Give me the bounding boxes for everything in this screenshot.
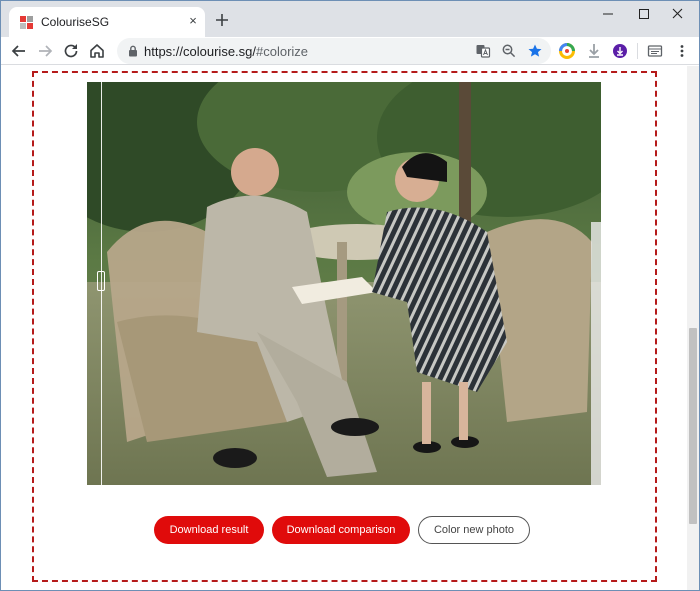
download-result-button[interactable]: Download result — [154, 516, 264, 544]
download-arrow-icon[interactable] — [586, 43, 602, 59]
maximize-icon[interactable] — [627, 3, 661, 25]
browser-tab[interactable]: ColouriseSG × — [9, 7, 205, 37]
translate-icon[interactable] — [475, 43, 491, 59]
url-text[interactable]: https://colourise.sg/#colorize — [144, 44, 308, 59]
download-comparison-button[interactable]: Download comparison — [272, 516, 410, 544]
vertical-scrollbar[interactable] — [687, 66, 699, 590]
colorized-photo — [87, 82, 601, 485]
page-content: Download result Download comparison Colo… — [1, 66, 687, 590]
tab-title: ColouriseSG — [41, 15, 110, 29]
back-arrow-icon[interactable] — [9, 41, 29, 61]
url-host: https://colourise.sg/ — [144, 44, 256, 59]
tab-close-icon[interactable]: × — [185, 13, 201, 29]
scrollbar-thumb[interactable] — [689, 328, 697, 524]
forward-arrow-icon[interactable] — [35, 41, 55, 61]
url-fragment: #colorize — [256, 44, 309, 59]
lock-icon — [129, 45, 137, 57]
zoom-icon[interactable] — [501, 43, 517, 59]
home-icon[interactable] — [87, 41, 107, 61]
menu-dots-icon[interactable] — [674, 43, 690, 59]
reload-icon[interactable] — [61, 41, 81, 61]
extension-purple-icon[interactable] — [612, 43, 628, 59]
extension-color-icon[interactable] — [559, 43, 575, 59]
comparison-slider-handle[interactable] — [97, 271, 105, 291]
window-close-icon[interactable] — [661, 3, 695, 25]
browser-toolbar: https://colourise.sg/#colorize — [1, 37, 699, 65]
browser-window: ColouriseSG × https://colourise.sg/#colo… — [0, 0, 700, 591]
new-tab-icon[interactable] — [213, 11, 231, 29]
color-new-photo-button[interactable]: Color new photo — [418, 516, 530, 544]
cast-icon[interactable] — [647, 43, 663, 59]
bookmark-star-icon[interactable] — [527, 43, 543, 59]
address-bar[interactable]: https://colourise.sg/#colorize — [117, 38, 551, 64]
tab-strip: ColouriseSG × — [1, 1, 699, 37]
colourise-favicon-icon — [20, 16, 33, 29]
toolbar-separator — [637, 43, 638, 59]
minimize-icon[interactable] — [591, 3, 625, 25]
